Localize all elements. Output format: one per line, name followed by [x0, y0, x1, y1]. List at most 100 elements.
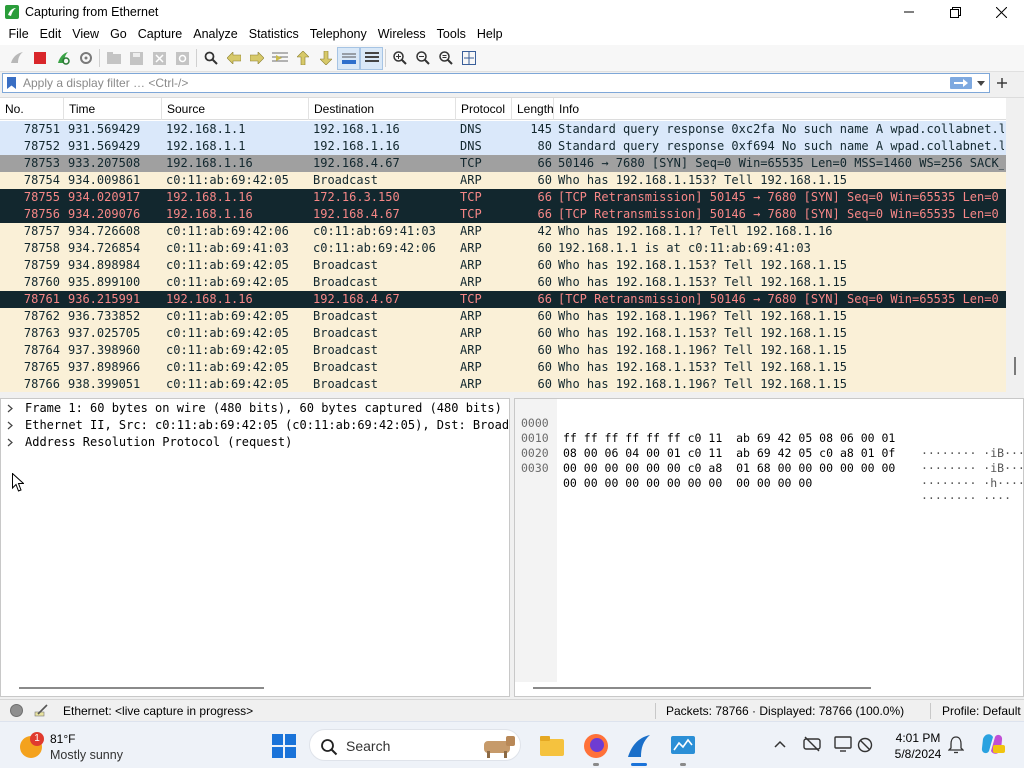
file-explorer-icon[interactable]	[538, 732, 566, 760]
close-file-button[interactable]	[148, 47, 171, 70]
capture-options-button[interactable]	[74, 47, 97, 70]
reload-file-button[interactable]	[171, 47, 194, 70]
details-horizontal-scrollbar[interactable]	[19, 687, 264, 689]
minimize-button[interactable]	[886, 0, 932, 24]
packet-row[interactable]: 78754 934.009861 c0:11:ab:69:42:05 Broadcas…	[0, 172, 1006, 189]
bytes-row[interactable]: 0020 00 00 00 00 00 00 c0 a8 01 68 00 00…	[515, 431, 1024, 490]
packet-cell-time: 934.209076	[68, 207, 141, 221]
expert-info-indicator[interactable]	[10, 704, 23, 717]
menu-wireless[interactable]: Wireless	[372, 24, 431, 45]
menu-analyze[interactable]: Analyze	[188, 24, 243, 45]
column-header-info[interactable]: Info	[554, 98, 1006, 120]
autoscroll-button[interactable]	[337, 46, 360, 70]
bytes-horizontal-scrollbar[interactable]	[533, 687, 871, 689]
menu-statistics[interactable]: Statistics	[243, 24, 304, 45]
column-header-no[interactable]: No.	[0, 98, 64, 120]
open-file-button[interactable]	[102, 47, 125, 70]
resize-columns-button[interactable]	[457, 47, 480, 70]
packet-row[interactable]: 78766 938.399051 c0:11:ab:69:42:05 Broadcas…	[0, 376, 1006, 393]
bytes-row[interactable]: 0010 08 00 06 04 00 01 c0 11 ab 69 42 05…	[515, 416, 1024, 475]
close-icon	[995, 6, 1007, 18]
add-filter-button[interactable]	[993, 72, 1011, 94]
zoom-in-button[interactable]	[388, 47, 411, 70]
close-button[interactable]	[978, 0, 1024, 24]
find-packet-button[interactable]	[199, 47, 222, 70]
packet-row[interactable]: 78760 935.899100 c0:11:ab:69:42:05 Broadcas…	[0, 274, 1006, 291]
packet-details-pane[interactable]: Frame 1: 60 bytes on wire (480 bits), 60…	[0, 398, 510, 697]
firefox-icon[interactable]	[582, 732, 610, 760]
wireshark-taskbar-icon[interactable]	[625, 732, 653, 760]
filter-history-dropdown[interactable]	[975, 76, 987, 90]
taskbar-clock[interactable]: 4:01 PM 5/8/2024	[890, 730, 946, 762]
zoom-out-button[interactable]	[411, 47, 434, 70]
menu-view[interactable]: View	[67, 24, 105, 45]
notification-bell-icon[interactable]	[948, 736, 964, 754]
packet-row[interactable]: 78759 934.898984 c0:11:ab:69:42:05 Broadcas…	[0, 257, 1006, 274]
edit-comment-icon[interactable]	[33, 703, 49, 719]
packet-cell-len: 60	[537, 241, 552, 255]
weather-widget[interactable]: 1 81°F Mostly sunny	[18, 728, 138, 764]
filter-bookmark-button[interactable]	[3, 74, 19, 92]
menu-telephony[interactable]: Telephony	[304, 24, 372, 45]
restart-capture-button[interactable]	[51, 47, 74, 70]
bytes-row[interactable]: 0030 00 00 00 00 00 00 00 00 00 00 00 00…	[515, 446, 1011, 505]
battery-status-icon[interactable]	[856, 736, 874, 753]
packet-row[interactable]: 78758 934.726854 c0:11:ab:69:41:03 c0:11:ab…	[0, 240, 1006, 257]
chevron-up-icon[interactable]	[774, 740, 786, 748]
packet-cell-info: Standard query response 0xf694 No such n…	[558, 139, 1004, 153]
packet-list-scrollbar[interactable]	[1006, 98, 1024, 393]
packet-row[interactable]: 78764 937.398960 c0:11:ab:69:42:05 Broadcas…	[0, 342, 1006, 359]
go-forward-button[interactable]	[245, 47, 268, 70]
packet-row[interactable]: 78753 933.207508 192.168.1.16 192.168.4.67 T…	[0, 155, 1006, 172]
windows-start-icon[interactable]	[270, 732, 298, 760]
toolbar-separator	[385, 49, 386, 67]
packet-row[interactable]: 78752 931.569429 192.168.1.1 192.168.1.16 DN…	[0, 138, 1006, 155]
packet-list[interactable]: No. Time Source Destination Protocol Len…	[0, 97, 1024, 393]
detail-row-arp[interactable]: Address Resolution Protocol (request)	[1, 434, 508, 451]
taskbar-search[interactable]: Search	[309, 729, 521, 761]
network-disconnected-icon[interactable]	[803, 736, 821, 752]
normal-size-button[interactable]	[434, 47, 457, 70]
column-header-destination[interactable]: Destination	[309, 98, 456, 120]
display-icon[interactable]	[834, 736, 852, 753]
colorize-button[interactable]	[360, 46, 383, 70]
go-to-packet-button[interactable]	[268, 47, 291, 70]
network-app-icon[interactable]	[669, 732, 697, 760]
packet-cell-no: 78763	[23, 326, 60, 340]
packet-row[interactable]: 78757 934.726608 c0:11:ab:69:42:06 c0:11:ab…	[0, 223, 1006, 240]
detail-row-frame[interactable]: Frame 1: 60 bytes on wire (480 bits), 60…	[1, 400, 508, 417]
stop-capture-button[interactable]	[28, 47, 51, 70]
packet-row[interactable]: 78765 937.898966 c0:11:ab:69:42:05 Broadcas…	[0, 359, 1006, 376]
packet-row[interactable]: 78756 934.209076 192.168.1.16 192.168.4.67 T…	[0, 206, 1006, 223]
last-packet-button[interactable]	[314, 47, 337, 70]
close-file-icon	[153, 51, 166, 65]
menu-file[interactable]: File	[3, 24, 34, 45]
profile-selector[interactable]: Profile: Default	[942, 700, 1021, 722]
display-filter-input[interactable]	[19, 74, 919, 92]
column-header-source[interactable]: Source	[162, 98, 309, 120]
menu-help[interactable]: Help	[471, 24, 508, 45]
apply-filter-button[interactable]	[949, 76, 973, 90]
detail-row-ethernet[interactable]: Ethernet II, Src: c0:11:ab:69:42:05 (c0:…	[1, 417, 508, 434]
menu-capture[interactable]: Capture	[132, 24, 187, 45]
menu-edit[interactable]: Edit	[34, 24, 67, 45]
save-file-button[interactable]	[125, 47, 148, 70]
packet-row[interactable]: 78762 936.733852 c0:11:ab:69:42:05 Broadcas…	[0, 308, 1006, 325]
menu-tools[interactable]: Tools	[431, 24, 471, 45]
first-packet-button[interactable]	[291, 47, 314, 70]
packet-row[interactable]: 78755 934.020917 192.168.1.16 172.16.3.150 T…	[0, 189, 1006, 206]
menu-go[interactable]: Go	[105, 24, 133, 45]
packet-row[interactable]: 78751 931.569429 192.168.1.1 192.168.1.16 DN…	[0, 121, 1006, 138]
scrollbar-thumb[interactable]	[1014, 357, 1016, 375]
go-back-button[interactable]	[222, 47, 245, 70]
copilot-icon[interactable]	[979, 731, 1005, 757]
packet-bytes-pane[interactable]: 0000 ff ff ff ff ff ff c0 11 ab 69 42 05…	[514, 398, 1024, 697]
packet-row[interactable]: 78763 937.025705 c0:11:ab:69:42:05 Broadcas…	[0, 325, 1006, 342]
maximize-button[interactable]	[932, 0, 978, 24]
column-header-length[interactable]: Length	[512, 98, 554, 120]
column-header-protocol[interactable]: Protocol	[456, 98, 512, 120]
column-header-time[interactable]: Time	[64, 98, 162, 120]
start-capture-button[interactable]	[5, 47, 28, 70]
packet-row[interactable]: 78761 936.215991 192.168.1.16 192.168.4.67 T…	[0, 291, 1006, 308]
bytes-row[interactable]: 0000 ff ff ff ff ff ff c0 11 ab 69 42 05…	[515, 401, 1024, 460]
